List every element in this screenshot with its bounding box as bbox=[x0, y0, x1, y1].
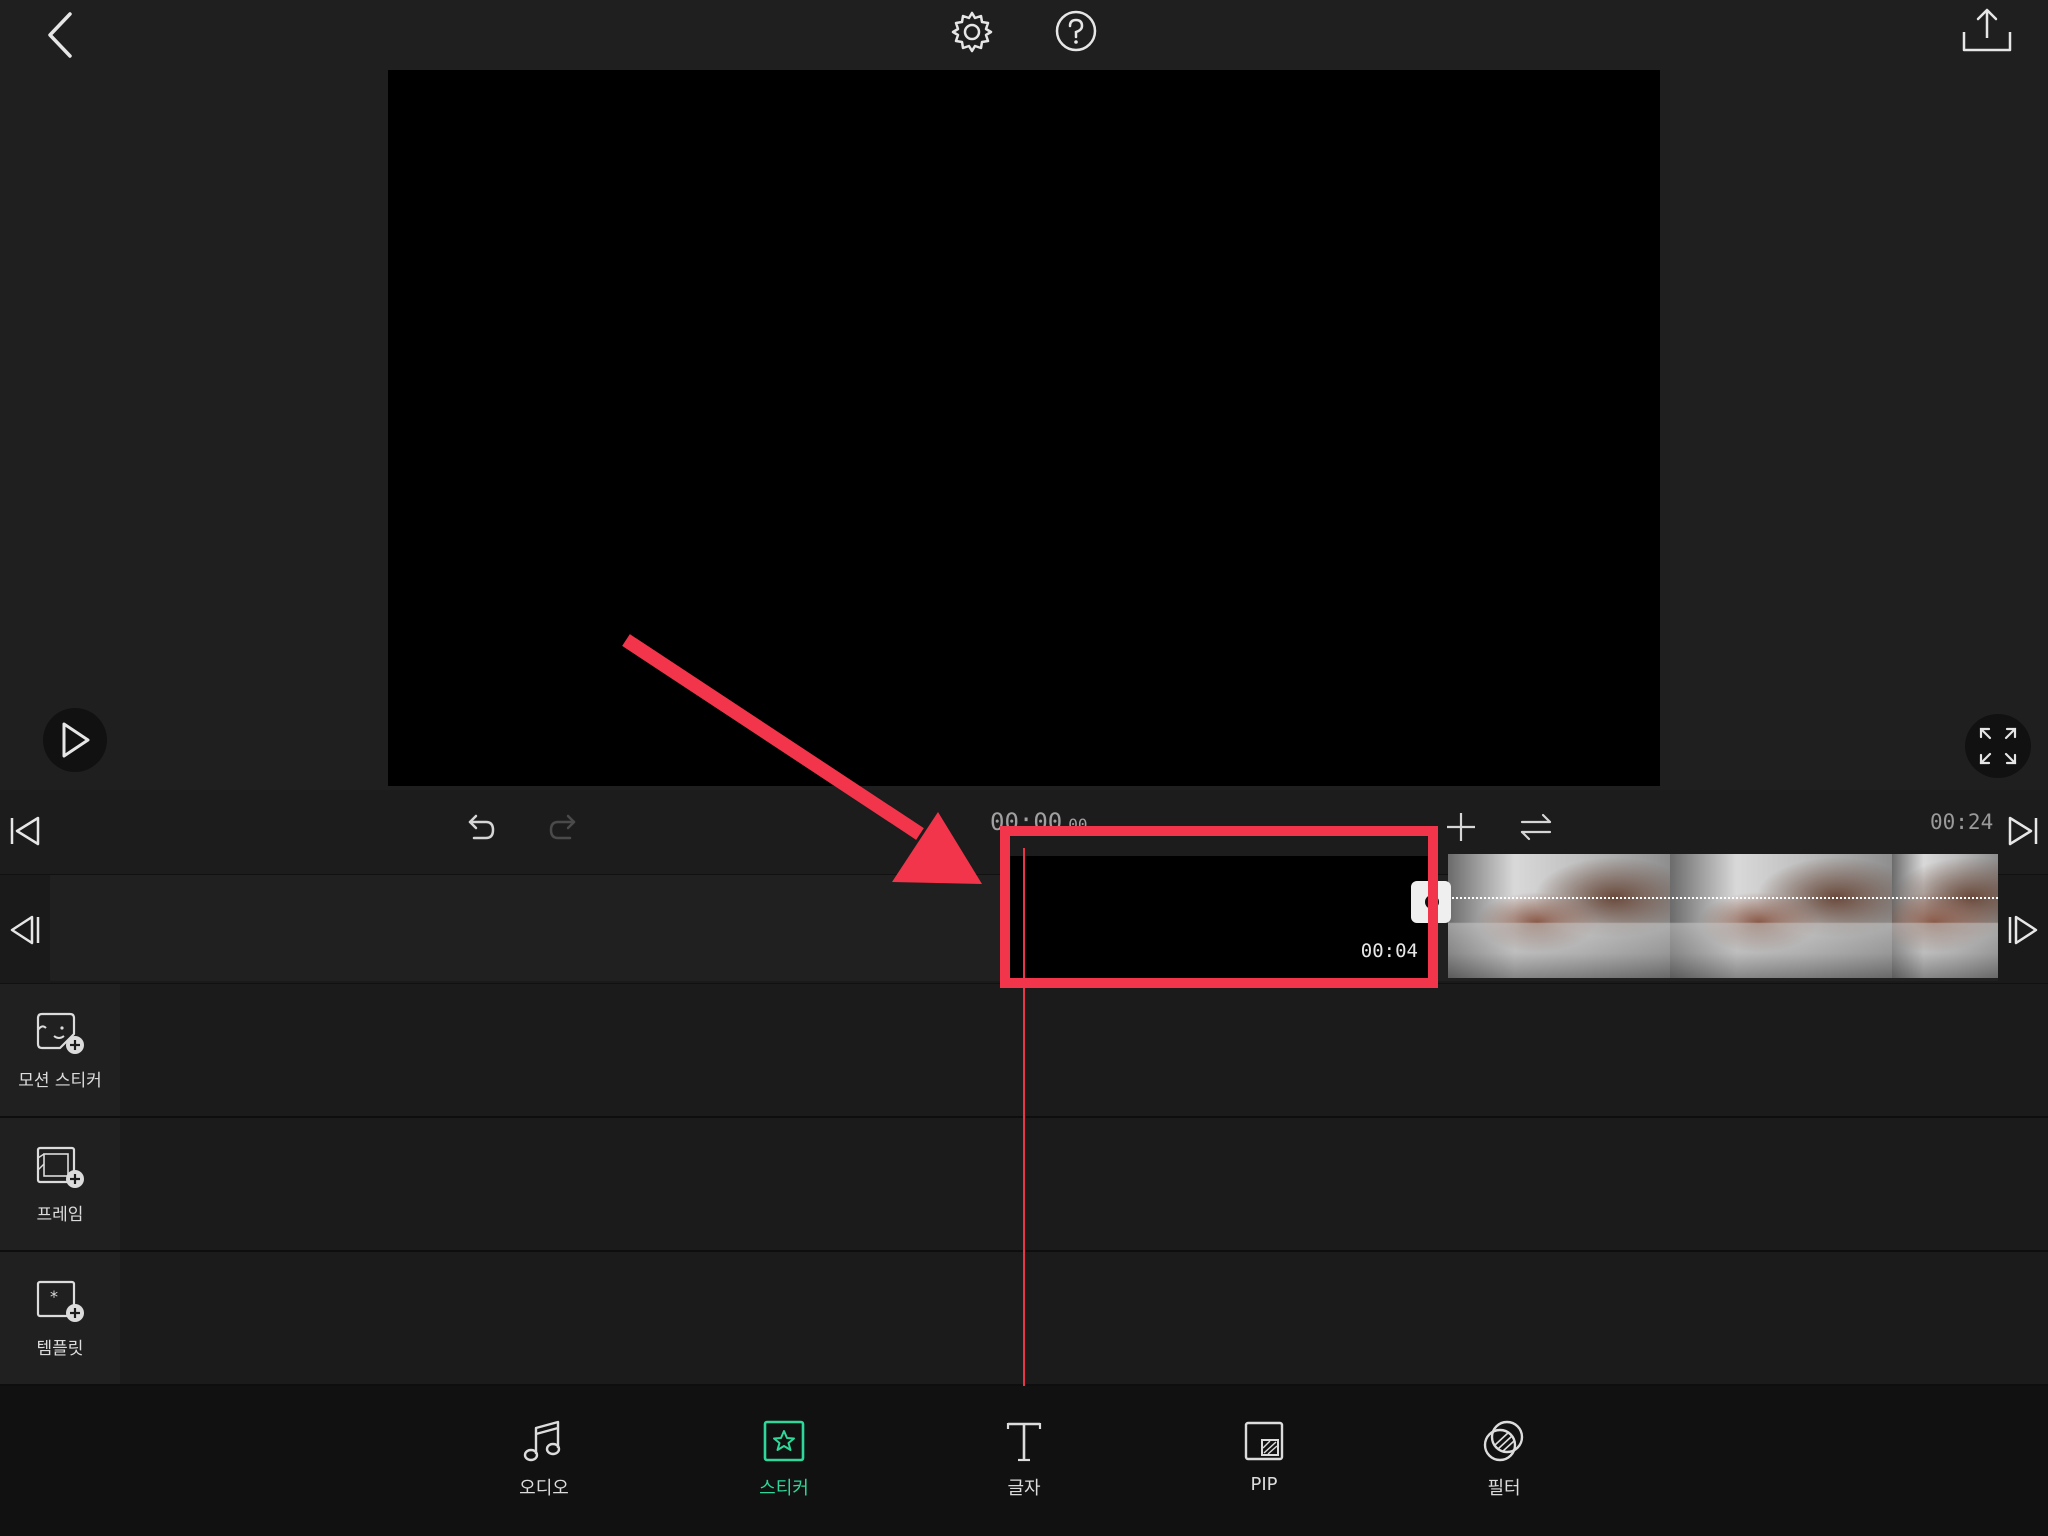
arrow-annotation-icon bbox=[622, 634, 982, 884]
jump-to-start-button[interactable] bbox=[8, 814, 42, 848]
jump-to-end-button[interactable] bbox=[2006, 814, 2040, 848]
skip-start-icon bbox=[10, 816, 40, 846]
video-thumbnail[interactable] bbox=[1448, 854, 1670, 978]
text-t-icon bbox=[1006, 1422, 1042, 1462]
motion-sticker-icon bbox=[36, 1012, 84, 1054]
redo-button[interactable] bbox=[546, 810, 582, 846]
frame-button[interactable]: 프레임 bbox=[0, 1118, 120, 1250]
layer-label: 프레임 bbox=[36, 1204, 84, 1225]
nav-label: 스티커 bbox=[759, 1478, 809, 1499]
top-toolbar bbox=[0, 0, 2048, 70]
redo-icon bbox=[549, 814, 576, 840]
next-frame-button[interactable] bbox=[2006, 913, 2040, 947]
export-button[interactable] bbox=[1960, 6, 2014, 54]
frame-icon bbox=[36, 1146, 84, 1188]
layer-label: 모션 스티커 bbox=[18, 1070, 102, 1091]
highlight-box-annotation bbox=[1000, 826, 1438, 988]
step-forward-icon bbox=[2008, 915, 2038, 945]
play-icon bbox=[62, 722, 90, 758]
template-icon: * bbox=[36, 1280, 84, 1322]
swap-arrows-icon bbox=[1520, 813, 1552, 841]
nav-label: 필터 bbox=[1487, 1478, 1521, 1499]
undo-icon bbox=[468, 814, 495, 840]
fullscreen-button[interactable] bbox=[1965, 714, 2031, 778]
previous-frame-button[interactable] bbox=[8, 913, 42, 947]
help-circle-icon bbox=[1055, 10, 1097, 52]
video-preview[interactable] bbox=[388, 70, 1660, 786]
nav-label: 오디오 bbox=[519, 1478, 569, 1499]
filter-icon bbox=[1483, 1420, 1524, 1462]
pip-icon bbox=[1244, 1421, 1284, 1461]
nav-text[interactable]: 글자 bbox=[954, 1418, 1094, 1500]
svg-text:*: * bbox=[50, 1287, 58, 1306]
back-button[interactable] bbox=[42, 10, 78, 60]
swap-button[interactable] bbox=[1519, 810, 1553, 844]
share-upload-icon bbox=[1962, 8, 2012, 52]
undo-button[interactable] bbox=[462, 810, 498, 846]
motion-sticker-button[interactable]: 모션 스티커 bbox=[0, 984, 120, 1116]
expand-icon bbox=[1979, 727, 2017, 765]
video-thumbnail[interactable] bbox=[1670, 854, 1892, 978]
sticker-star-icon bbox=[763, 1420, 805, 1462]
add-clip-button[interactable] bbox=[1444, 810, 1478, 844]
nav-label: PIP bbox=[1250, 1474, 1278, 1495]
template-button[interactable]: * 템플릿 bbox=[0, 1252, 120, 1384]
gear-icon bbox=[951, 11, 993, 53]
layer-label: 템플릿 bbox=[36, 1338, 84, 1359]
music-note-icon bbox=[523, 1420, 561, 1462]
plus-icon bbox=[1447, 813, 1475, 841]
nav-label: 글자 bbox=[1007, 1478, 1041, 1499]
audio-level-line bbox=[1448, 897, 1998, 899]
settings-button[interactable] bbox=[950, 10, 994, 54]
total-time: 00:24 bbox=[1930, 810, 1994, 834]
play-button[interactable] bbox=[43, 708, 107, 772]
nav-audio[interactable]: 오디오 bbox=[474, 1418, 614, 1500]
step-back-icon bbox=[10, 915, 40, 945]
skip-end-icon bbox=[2008, 816, 2038, 846]
chevron-left-icon bbox=[48, 12, 72, 58]
nav-filter[interactable]: 필터 bbox=[1434, 1418, 1574, 1500]
help-button[interactable] bbox=[1054, 9, 1098, 53]
video-thumbnail[interactable] bbox=[1892, 854, 1998, 978]
nav-sticker[interactable]: 스티커 bbox=[714, 1418, 854, 1500]
nav-pip[interactable]: PIP bbox=[1194, 1418, 1334, 1495]
